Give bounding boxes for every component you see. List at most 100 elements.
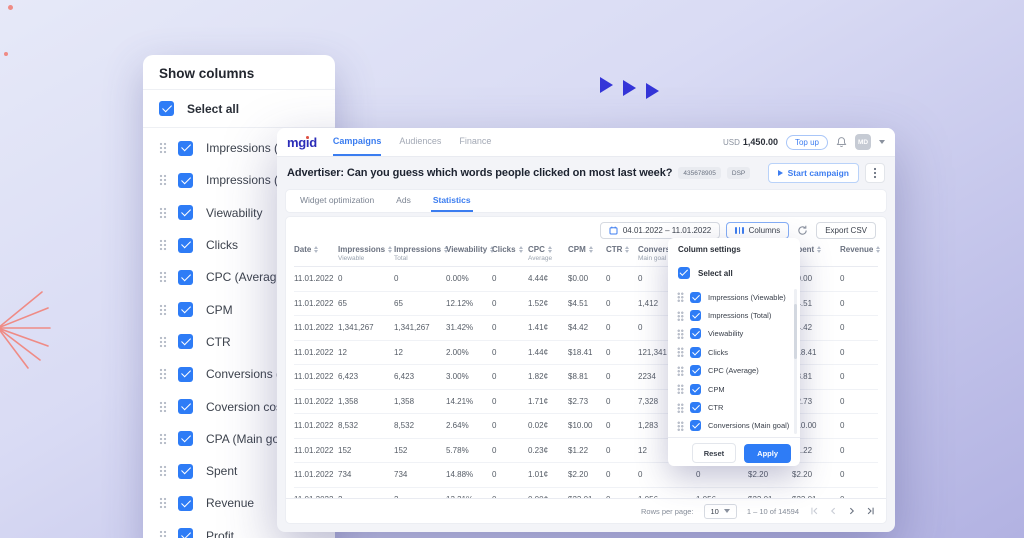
- checkbox-checked-icon[interactable]: [178, 495, 193, 511]
- checkbox-checked-icon[interactable]: [690, 328, 701, 340]
- checkbox-checked-icon[interactable]: [178, 399, 193, 415]
- drag-handle-icon[interactable]: [159, 368, 167, 381]
- tab-ads[interactable]: Ads: [394, 195, 413, 212]
- drag-handle-icon[interactable]: [159, 239, 167, 252]
- popup-column-item[interactable]: Conversions (Main goal): [668, 417, 800, 435]
- first-page-button[interactable]: [809, 506, 819, 516]
- popup-column-item[interactable]: CPC (Average): [668, 362, 800, 380]
- checkbox-checked-icon[interactable]: [178, 431, 193, 447]
- checkbox-checked-icon[interactable]: [690, 420, 701, 432]
- drag-handle-icon[interactable]: [159, 303, 167, 316]
- sort-icon[interactable]: [817, 245, 822, 254]
- sort-icon[interactable]: [876, 245, 881, 254]
- avatar[interactable]: MD: [855, 134, 871, 150]
- drag-handle-icon[interactable]: [159, 271, 167, 284]
- drag-handle-icon[interactable]: [677, 310, 684, 321]
- table-header-cell[interactable]: CPM: [568, 245, 606, 262]
- drag-handle-icon[interactable]: [677, 402, 684, 413]
- tab-statistics[interactable]: Statistics: [430, 195, 473, 212]
- next-page-button[interactable]: [847, 506, 857, 516]
- popup-select-all-row[interactable]: Select all: [668, 260, 800, 286]
- last-page-button[interactable]: [866, 506, 876, 516]
- table-header-cell[interactable]: Impressions Total: [394, 245, 449, 262]
- checkbox-checked-icon[interactable]: [178, 463, 193, 479]
- checkbox-checked-icon[interactable]: [690, 310, 701, 322]
- more-menu-button[interactable]: [865, 163, 885, 183]
- popup-column-item[interactable]: Impressions (Viewable): [668, 288, 800, 306]
- table-header-cell[interactable]: CTR: [606, 245, 638, 262]
- prev-page-button[interactable]: [828, 506, 838, 516]
- drag-handle-icon[interactable]: [677, 328, 684, 339]
- nav-tab-campaigns[interactable]: Campaigns: [332, 128, 382, 156]
- popup-column-item[interactable]: CPM: [668, 380, 800, 398]
- checkbox-checked-icon[interactable]: [178, 237, 193, 253]
- checkbox-checked-icon[interactable]: [690, 383, 701, 395]
- drag-handle-icon[interactable]: [677, 420, 684, 431]
- drag-handle-icon[interactable]: [159, 174, 167, 187]
- checkbox-checked-icon[interactable]: [178, 334, 193, 350]
- drag-handle-icon[interactable]: [159, 142, 167, 155]
- drag-handle-icon[interactable]: [159, 432, 167, 445]
- sort-icon[interactable]: [588, 245, 593, 254]
- table-header-cell[interactable]: Date: [294, 245, 338, 262]
- drag-handle-icon[interactable]: [159, 335, 167, 348]
- drag-handle-icon[interactable]: [677, 292, 684, 303]
- rows-per-page-select[interactable]: 10: [703, 503, 737, 519]
- table-header-cell[interactable]: Viewability: [446, 245, 495, 262]
- popup-column-item[interactable]: Clicks: [668, 343, 800, 361]
- table-header-cell[interactable]: Revenue: [840, 245, 881, 262]
- checkbox-checked-icon[interactable]: [690, 402, 701, 414]
- table-header-cell[interactable]: Clicks: [492, 245, 528, 262]
- checkbox-checked-icon[interactable]: [678, 267, 690, 279]
- scrollbar-thumb[interactable]: [794, 303, 797, 359]
- checkbox-checked-icon[interactable]: [178, 528, 193, 538]
- panel-select-all-row[interactable]: Select all: [143, 90, 335, 127]
- drag-handle-icon[interactable]: [159, 206, 167, 219]
- drag-handle-icon[interactable]: [159, 465, 167, 478]
- drag-handle-icon[interactable]: [159, 529, 167, 538]
- drag-handle-icon[interactable]: [159, 400, 167, 413]
- drag-handle-icon[interactable]: [677, 384, 684, 395]
- scrollbar-track[interactable]: [794, 289, 797, 435]
- checkbox-checked-icon[interactable]: [178, 205, 193, 221]
- checkbox-checked-icon[interactable]: [159, 101, 174, 116]
- checkbox-checked-icon[interactable]: [690, 346, 701, 358]
- table-header-cell[interactable]: CPC Average: [528, 245, 568, 262]
- popup-column-item[interactable]: Viewability: [668, 325, 800, 343]
- checkbox-checked-icon[interactable]: [178, 302, 193, 318]
- refresh-button[interactable]: [795, 223, 810, 238]
- date-range-picker[interactable]: 04.01.2022 – 11.01.2022: [599, 222, 721, 239]
- sort-icon[interactable]: [625, 245, 630, 254]
- popup-column-item[interactable]: Impressions (Total): [668, 306, 800, 324]
- table-header-cell[interactable]: Impressions Viewable: [338, 245, 394, 262]
- sort-icon[interactable]: [314, 245, 319, 254]
- sort-icon[interactable]: [388, 245, 393, 254]
- nav-tab-audiences[interactable]: Audiences: [399, 128, 441, 156]
- table-row[interactable]: 11.01.20222213.31%00.00¢$23.0101,0561,05…: [294, 488, 878, 498]
- checkbox-checked-icon[interactable]: [690, 365, 701, 377]
- start-campaign-button[interactable]: Start campaign: [767, 163, 859, 183]
- nav-tab-finance[interactable]: Finance: [459, 128, 491, 156]
- checkbox-checked-icon[interactable]: [178, 269, 193, 285]
- popup-column-item[interactable]: CTR: [668, 398, 800, 416]
- checkbox-checked-icon[interactable]: [690, 291, 701, 303]
- drag-handle-icon[interactable]: [159, 497, 167, 510]
- export-csv-button[interactable]: Export CSV: [816, 222, 876, 239]
- reset-button[interactable]: Reset: [691, 443, 737, 464]
- sort-icon[interactable]: [518, 245, 523, 254]
- checkbox-checked-icon[interactable]: [178, 172, 193, 188]
- checkbox-checked-icon[interactable]: [178, 140, 193, 156]
- checkbox-checked-icon[interactable]: [178, 366, 193, 382]
- table-row[interactable]: 11.01.2022 734 734 14.88% 0 1.01¢ $2.20 0 0 0 $2.2…: [294, 463, 878, 488]
- tab-widget-optimization[interactable]: Widget optimization: [298, 195, 376, 212]
- drag-handle-icon[interactable]: [677, 365, 684, 376]
- columns-button[interactable]: Columns: [726, 222, 790, 239]
- drag-handle-icon[interactable]: [677, 347, 684, 358]
- top-up-button[interactable]: Top up: [785, 134, 828, 150]
- mgid-logo[interactable]: mgid: [287, 135, 317, 150]
- table-cell: 11.01.2022: [294, 372, 334, 382]
- bell-icon[interactable]: [836, 136, 847, 148]
- apply-button[interactable]: Apply: [744, 443, 791, 463]
- sort-icon[interactable]: [547, 245, 552, 254]
- chevron-down-icon[interactable]: [879, 140, 885, 144]
